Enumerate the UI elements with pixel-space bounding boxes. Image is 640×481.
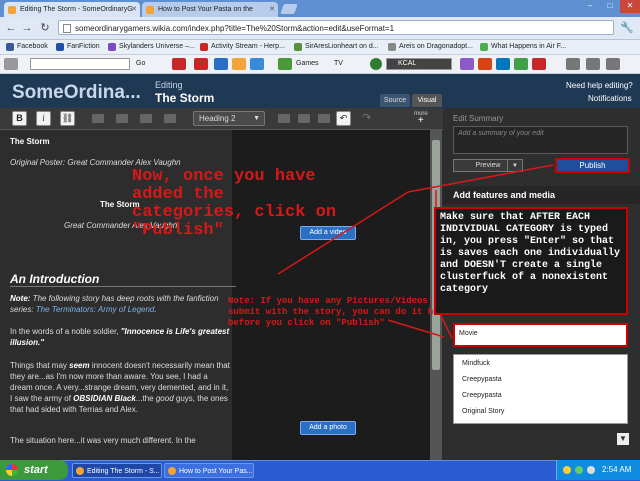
start-label: start — [24, 464, 48, 476]
annotation-media-note: Note: If you have any Pictures/Videos to… — [228, 296, 450, 328]
taskbar-item-how-to-post[interactable]: How to Post Your Pas... — [164, 463, 254, 478]
annotation-publish-instruction: Now, once you have added the categories,… — [132, 167, 337, 240]
volume-icon[interactable] — [587, 466, 595, 474]
tray-icon[interactable] — [563, 466, 571, 474]
taskbar-clock: 2:54 AM — [602, 465, 632, 474]
arrow-line-to-publish — [407, 164, 554, 193]
annotation-category-box: Make sure that AFTER EACH INDIVIDUAL CAT… — [434, 207, 628, 315]
chrome-icon — [168, 467, 176, 475]
start-button[interactable]: start — [0, 460, 68, 480]
network-icon[interactable] — [575, 466, 583, 474]
windows-logo-icon — [6, 464, 18, 476]
taskbar-item-editing[interactable]: Editing The Storm - S... — [72, 463, 162, 478]
chrome-icon — [76, 467, 84, 475]
